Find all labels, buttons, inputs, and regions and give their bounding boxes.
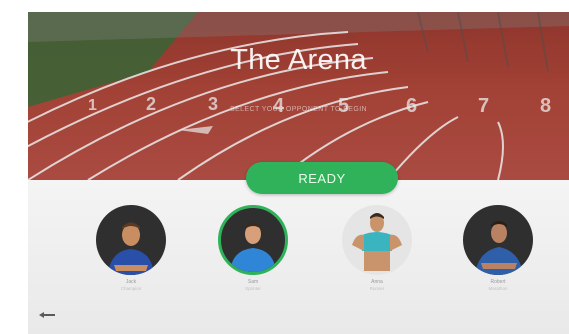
player-card-2[interactable]: Sam Sprinter bbox=[216, 205, 290, 291]
arena-title: The Arena bbox=[230, 44, 367, 76]
app-frame: 1 2 3 4 5 6 7 8 The Arena SELECT YOUR OP… bbox=[28, 12, 569, 334]
arena-hero: 1 2 3 4 5 6 7 8 The Arena SELECT YOUR OP… bbox=[28, 12, 569, 180]
player-avatar-3[interactable] bbox=[342, 205, 412, 275]
running-track-image: 1 2 3 4 5 6 7 8 bbox=[28, 12, 569, 180]
player-avatar-4[interactable] bbox=[463, 205, 533, 275]
athlete-portrait bbox=[475, 221, 523, 275]
back-arrow-icon bbox=[39, 312, 55, 318]
ready-button[interactable]: READY bbox=[246, 162, 398, 194]
athlete-portrait bbox=[230, 222, 276, 272]
player-card-3[interactable]: Anna Runner bbox=[340, 205, 414, 291]
player-description: Runner bbox=[369, 286, 385, 291]
player-card-1[interactable]: Jack Champion bbox=[94, 205, 168, 291]
player-card-4[interactable]: Robert Marathon bbox=[461, 205, 535, 291]
player-name: Jack bbox=[125, 279, 137, 285]
player-name: Anna bbox=[371, 279, 383, 285]
player-name: Robert bbox=[490, 279, 506, 285]
player-description: Sprinter bbox=[245, 286, 261, 291]
player-description: Champion bbox=[120, 286, 142, 291]
player-avatar-1[interactable] bbox=[96, 205, 166, 275]
player-description: Marathon bbox=[488, 286, 508, 291]
player-avatar-2[interactable] bbox=[218, 205, 288, 275]
arena-subtitle: SELECT YOUR OPPONENT TO BEGIN bbox=[230, 106, 367, 113]
back-button[interactable] bbox=[36, 310, 58, 320]
player-name: Sam bbox=[247, 279, 259, 285]
athlete-portrait bbox=[108, 222, 154, 275]
athlete-portrait bbox=[352, 213, 402, 271]
